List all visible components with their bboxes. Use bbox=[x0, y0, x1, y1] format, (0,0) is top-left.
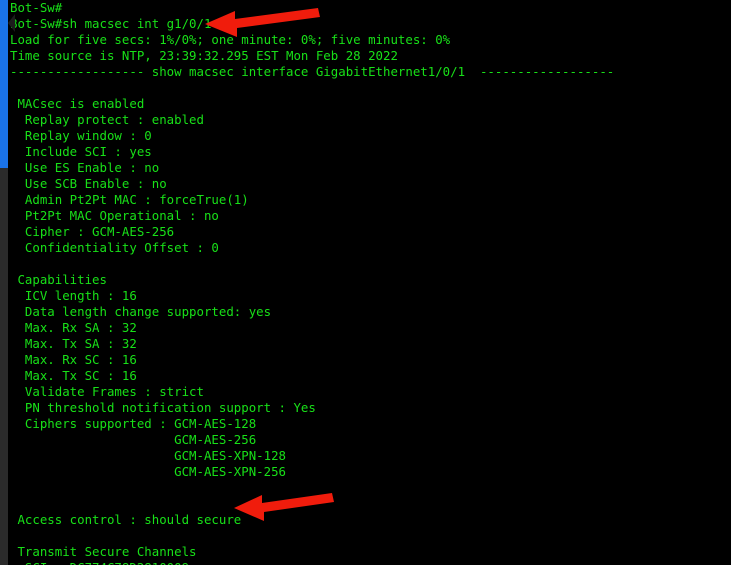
terminal-window: Bot-Sw# Bot-Sw#sh macsec int g1/0/1 Load f… bbox=[0, 0, 731, 565]
terminal-line: Max. Rx SC : 16 bbox=[10, 352, 137, 367]
terminal-line: ------------------ show macsec interface… bbox=[10, 64, 615, 79]
terminal-line: Transmit Secure Channels bbox=[10, 544, 197, 559]
terminal-line: Max. Tx SC : 16 bbox=[10, 368, 137, 383]
terminal-line: Include SCI : yes bbox=[10, 144, 152, 159]
terminal-line: GCM-AES-256 bbox=[10, 432, 257, 447]
terminal-line: Capabilities bbox=[10, 272, 107, 287]
terminal-line: MACsec is enabled bbox=[10, 96, 145, 111]
terminal-line: Time source is NTP, 23:39:32.295 EST Mon… bbox=[10, 48, 398, 63]
terminal-line: Confidentiality Offset : 0 bbox=[10, 240, 219, 255]
terminal-line: GCM-AES-XPN-256 bbox=[10, 464, 287, 479]
terminal-output[interactable]: Bot-Sw# Bot-Sw#sh macsec int g1/0/1 Load f… bbox=[10, 0, 725, 565]
terminal-line: Access control : should secure bbox=[10, 512, 242, 527]
terminal-line: Pt2Pt MAC Operational : no bbox=[10, 208, 219, 223]
terminal-line: Max. Rx SA : 32 bbox=[10, 320, 137, 335]
terminal-line: Cipher : GCM-AES-256 bbox=[10, 224, 175, 239]
terminal-line: Admin Pt2Pt MAC : forceTrue(1) bbox=[10, 192, 249, 207]
terminal-line: Load for five secs: 1%/0%; one minute: 0… bbox=[10, 32, 451, 47]
terminal-line: Use ES Enable : no bbox=[10, 160, 160, 175]
terminal-line: Max. Tx SA : 32 bbox=[10, 336, 137, 351]
terminal-line: Replay protect : enabled bbox=[10, 112, 204, 127]
terminal-line: Data length change supported: yes bbox=[10, 304, 272, 319]
terminal-line: Ciphers supported : GCM-AES-128 bbox=[10, 416, 257, 431]
terminal-line: SCI : DC774C78D2810009 bbox=[10, 560, 725, 565]
vertical-scrollbar-thumb[interactable] bbox=[0, 0, 8, 168]
vertical-scrollbar-track[interactable] bbox=[0, 0, 8, 565]
terminal-line: Use SCB Enable : no bbox=[10, 176, 167, 191]
terminal-line: ICV length : 16 bbox=[10, 288, 137, 303]
terminal-line: Validate Frames : strict bbox=[10, 384, 204, 399]
terminal-line: Bot-Sw# bbox=[10, 0, 63, 15]
terminal-line: PN threshold notification support : Yes bbox=[10, 400, 316, 415]
terminal-line: Replay window : 0 bbox=[10, 128, 152, 143]
terminal-line: Bot-Sw#sh macsec int g1/0/1 bbox=[10, 16, 212, 31]
terminal-line: GCM-AES-XPN-128 bbox=[10, 448, 287, 463]
